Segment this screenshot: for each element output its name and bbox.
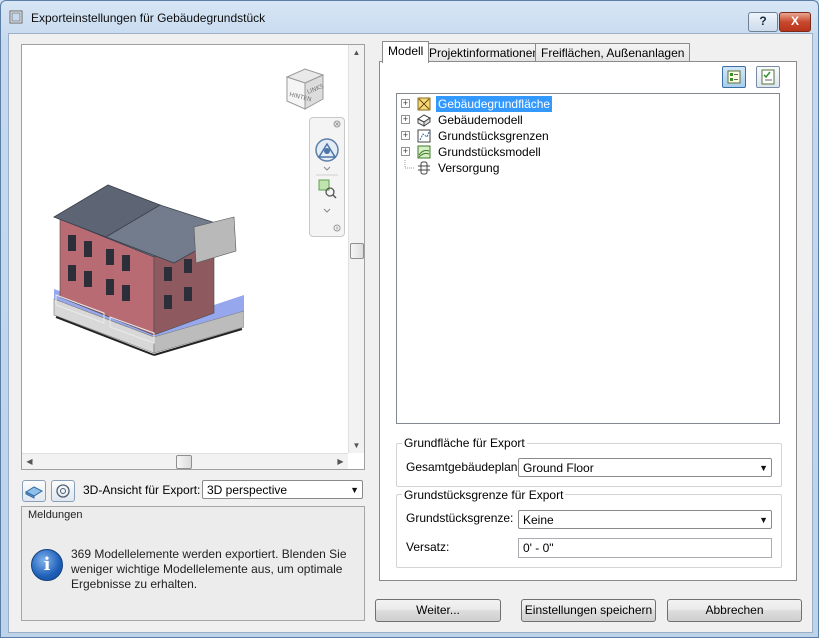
dropdown-arrow-icon: ▼ xyxy=(759,463,768,473)
footprint-icon xyxy=(417,97,431,111)
property-line-dropdown[interactable]: Keine ▼ xyxy=(518,510,772,529)
viewport-horizontal-scrollbar[interactable]: ◀ ▶ xyxy=(22,453,348,469)
tree-label-site-model[interactable]: Grundstücksmodell xyxy=(436,144,543,160)
info-icon: i xyxy=(31,549,63,581)
expand-icon[interactable]: + xyxy=(401,99,410,108)
tree-label-utilities[interactable]: Versorgung xyxy=(436,160,501,176)
export-view-dropdown[interactable]: 3D perspective ▼ xyxy=(202,480,363,499)
dropdown-arrow-icon: ▼ xyxy=(759,515,768,525)
dialog-client: HINTEN LINKS ▲ ▼ ◀ ▶ 3D-Ansicht für Expo… xyxy=(8,33,813,633)
property-group-title: Grundstücksgrenze für Export xyxy=(402,488,566,502)
tree-item-footprint[interactable]: + Gebäudegrundfläche xyxy=(397,96,777,112)
next-button[interactable]: Weiter... xyxy=(375,599,501,622)
scroll-right-arrow-icon[interactable]: ▶ xyxy=(333,454,348,469)
messages-title: Meldungen xyxy=(28,509,83,521)
tree-item-property-lines[interactable]: + Grundstücksgrenzen xyxy=(397,128,777,144)
viewcube-icon[interactable]: HINTEN LINKS xyxy=(279,63,327,115)
property-line-icon xyxy=(417,129,431,143)
scroll-down-arrow-icon[interactable]: ▼ xyxy=(349,438,364,453)
scroll-up-arrow-icon[interactable]: ▲ xyxy=(349,45,364,60)
building-plan-label: Gesamtgebäudeplan: xyxy=(406,460,521,474)
tab-open-spaces[interactable]: Freiflächen, Außenanlagen xyxy=(535,43,691,62)
close-button[interactable]: X xyxy=(779,12,811,32)
app-icon xyxy=(9,10,23,24)
footprint-group-title: Grundfläche für Export xyxy=(402,436,527,450)
model-tree[interactable]: + Gebäudegrundfläche + Gebäudemodell + G… xyxy=(396,93,780,424)
steering-wheel-icon[interactable] xyxy=(315,138,339,162)
3d-preview-viewport[interactable]: HINTEN LINKS ▲ ▼ ◀ ▶ xyxy=(21,44,365,470)
export-view-value: 3D perspective xyxy=(207,483,288,497)
tree-item-site-model[interactable]: + Grundstücksmodell xyxy=(397,144,777,160)
expand-icon[interactable]: + xyxy=(401,147,410,156)
tab-project-information[interactable]: Projektinformationen xyxy=(423,43,546,62)
grid-list-icon xyxy=(727,70,741,84)
messages-panel: Meldungen i 369 Modellelemente werden ex… xyxy=(21,506,365,621)
tree-label-building-model[interactable]: Gebäudemodell xyxy=(436,112,525,128)
tree-item-utilities[interactable]: Versorgung xyxy=(397,160,777,176)
vertical-scroll-thumb[interactable] xyxy=(350,243,364,259)
dropdown-arrow-icon: ▼ xyxy=(350,485,359,495)
tab-model[interactable]: Modell xyxy=(382,41,430,63)
help-button[interactable]: ? xyxy=(748,12,778,32)
scroll-left-arrow-icon[interactable]: ◀ xyxy=(22,454,37,469)
expand-icon[interactable]: + xyxy=(401,131,410,140)
property-line-label: Grundstücksgrenze: xyxy=(406,511,514,525)
export-settings-window: Exporteinstellungen für Gebäudegrundstüc… xyxy=(0,0,819,638)
cancel-button[interactable]: Abbrechen xyxy=(667,599,802,622)
zoom-window-icon[interactable] xyxy=(318,179,337,199)
close-nav-icon[interactable] xyxy=(333,120,341,128)
site-model-icon xyxy=(417,145,431,159)
chevron-down-icon[interactable] xyxy=(323,166,331,171)
tree-connector-icon xyxy=(404,160,415,169)
window-title: Exporteinstellungen für Gebäudegrundstüc… xyxy=(31,11,266,25)
tree-label-property-lines[interactable]: Grundstücksgrenzen xyxy=(436,128,551,144)
tree-item-building-model[interactable]: + Gebäudemodell xyxy=(397,112,777,128)
navigation-bar xyxy=(309,117,345,237)
horizontal-scroll-thumb[interactable] xyxy=(176,455,192,469)
tree-label-footprint[interactable]: Gebäudegrundfläche xyxy=(436,96,553,112)
viewport-vertical-scrollbar[interactable]: ▲ ▼ xyxy=(348,45,364,453)
title-bar[interactable]: Exporteinstellungen für Gebäudegrundstüc… xyxy=(1,1,818,33)
nav-options-icon[interactable] xyxy=(333,224,341,232)
property-line-value: Keine xyxy=(523,513,554,527)
orbit-icon xyxy=(56,484,70,498)
checklist-icon xyxy=(761,69,775,85)
layer-icon xyxy=(24,486,44,499)
zoom-view-button[interactable] xyxy=(51,480,75,502)
region-view-button[interactable] xyxy=(22,480,46,502)
building-plan-value: Ground Floor xyxy=(523,461,594,475)
export-view-label: 3D-Ansicht für Export: xyxy=(83,483,201,497)
messages-text: 369 Modellelemente werden exportiert. Bl… xyxy=(71,547,347,591)
expand-icon[interactable]: + xyxy=(401,115,410,124)
building-plan-dropdown[interactable]: Ground Floor ▼ xyxy=(518,458,772,477)
chevron-down-icon-2[interactable] xyxy=(323,208,331,213)
building-3d-model xyxy=(53,184,244,356)
offset-field[interactable]: 0' - 0" xyxy=(518,538,772,558)
utility-icon xyxy=(418,161,430,175)
building-model-icon xyxy=(417,114,431,127)
map-settings-button[interactable] xyxy=(722,66,746,88)
save-settings-button[interactable]: Einstellungen speichern xyxy=(521,599,656,622)
offset-label: Versatz: xyxy=(406,540,450,554)
check-settings-button[interactable] xyxy=(756,66,780,88)
